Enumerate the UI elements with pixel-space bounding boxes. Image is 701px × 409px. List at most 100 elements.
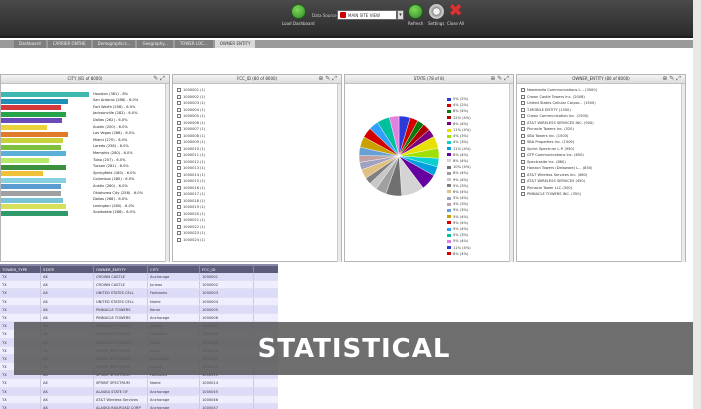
- scrollbar[interactable]: [681, 84, 685, 262]
- checkbox[interactable]: [177, 231, 181, 236]
- checkbox[interactable]: [521, 94, 525, 99]
- table-row[interactable]: TX AK AT&T Wireless Services Anchorage 10000…: [0, 395, 278, 404]
- city-bar[interactable]: [1, 131, 68, 137]
- table-row[interactable]: TX AK UNITED STATES CELL Nome 1000004: [0, 297, 278, 306]
- checkbox[interactable]: [521, 120, 525, 125]
- checkbox[interactable]: [521, 133, 525, 138]
- city-bar[interactable]: [1, 138, 64, 144]
- city-bar[interactable]: [1, 171, 43, 177]
- checkbox[interactable]: [177, 101, 181, 106]
- checkbox[interactable]: [177, 140, 181, 145]
- checkbox[interactable]: [521, 114, 525, 119]
- city-bar[interactable]: [1, 204, 66, 210]
- checkbox[interactable]: [521, 179, 525, 184]
- main-toolbar: Load Dashboard Data Source: MAIN SITE VI…: [0, 0, 701, 38]
- checkbox[interactable]: [521, 107, 525, 112]
- column-header[interactable]: FCC_ID: [200, 266, 254, 273]
- tab-5[interactable]: OWNER ENTITY: [214, 40, 256, 48]
- city-bar[interactable]: [1, 191, 61, 196]
- scrollbar[interactable]: [509, 84, 513, 262]
- city-bar[interactable]: [1, 111, 67, 117]
- column-header[interactable]: CITY: [148, 266, 200, 273]
- city-bar[interactable]: [1, 144, 61, 150]
- tab-0[interactable]: Dashboard: [14, 40, 46, 48]
- checkbox[interactable]: [177, 120, 181, 125]
- edit-icon[interactable]: ⊕ ✎ ⤢: [318, 75, 337, 83]
- checkbox[interactable]: [177, 198, 181, 203]
- table-row[interactable]: TX AK CROWN CASTLE Anchorage 1000001: [0, 273, 278, 282]
- city-bar[interactable]: [1, 105, 61, 111]
- table-row[interactable]: TX AK CROWN CASTLE Juneau 1000002: [0, 281, 278, 290]
- checkbox[interactable]: [177, 224, 181, 229]
- datasource-select[interactable]: MAIN SITE VIEW: [337, 10, 397, 20]
- column-header[interactable]: TOWER_TYPE: [0, 266, 41, 273]
- checkbox[interactable]: [521, 140, 525, 145]
- checkbox[interactable]: [177, 146, 181, 151]
- load-dashboard-button[interactable]: Load Dashboard: [282, 4, 315, 26]
- checkbox[interactable]: [177, 88, 181, 93]
- chevron-down-icon[interactable]: ▾: [397, 10, 404, 20]
- checkbox[interactable]: [177, 107, 181, 112]
- close-all-button[interactable]: ✖ Close All: [447, 3, 464, 27]
- scrollbar[interactable]: [337, 84, 341, 262]
- tab-3[interactable]: Geography...: [137, 40, 173, 48]
- checkbox[interactable]: [521, 185, 525, 190]
- scrollbar[interactable]: [165, 84, 169, 262]
- settings-button[interactable]: Settings: [428, 4, 444, 26]
- city-bar[interactable]: [1, 158, 49, 163]
- city-bar[interactable]: [1, 125, 48, 130]
- edit-icon[interactable]: ⊕ ✎ ⤢: [490, 75, 509, 83]
- tab-1[interactable]: CARRIER ONTHE: [47, 40, 91, 48]
- checkbox[interactable]: [177, 185, 181, 190]
- table-row[interactable]: TX AK ALASKA RAILROAD CORP Anchorage 1000047: [0, 404, 278, 409]
- checkbox[interactable]: [177, 153, 181, 158]
- city-bar[interactable]: [1, 210, 68, 216]
- city-bar[interactable]: [1, 98, 68, 104]
- city-bar[interactable]: [1, 177, 66, 183]
- checkbox[interactable]: [177, 133, 181, 138]
- checkbox[interactable]: [177, 218, 181, 223]
- city-bar[interactable]: [1, 164, 66, 170]
- legend-swatch: [447, 178, 451, 182]
- checkbox[interactable]: [177, 205, 181, 210]
- table-row[interactable]: TX AK PINNACLE TOWERS Anchorage 1000006: [0, 313, 278, 323]
- refresh-button[interactable]: Refresh: [408, 4, 423, 26]
- checkbox[interactable]: [177, 179, 181, 184]
- table-cell: AK: [41, 289, 94, 297]
- list-item[interactable]: 1000024 (1): [177, 237, 205, 244]
- checkbox[interactable]: [177, 114, 181, 119]
- checkbox[interactable]: [177, 166, 181, 171]
- checkbox[interactable]: [177, 127, 181, 132]
- checkbox[interactable]: [521, 172, 525, 177]
- checkbox[interactable]: [521, 101, 525, 106]
- checkbox[interactable]: [177, 192, 181, 197]
- table-row[interactable]: TX AK UNITED STATES CELL Fairbanks 1000003: [0, 289, 278, 298]
- table-row[interactable]: TX AK SPRINT SPECTRUM Nome 1000014: [0, 379, 278, 388]
- checkbox[interactable]: [177, 94, 181, 99]
- city-bar[interactable]: [1, 118, 62, 124]
- tab-2[interactable]: Demographics...: [92, 40, 136, 48]
- checkbox[interactable]: [521, 127, 525, 132]
- checkbox[interactable]: [177, 159, 181, 164]
- table-row[interactable]: TX AK ALASKA STATE OF Anchorage 1000045: [0, 387, 278, 396]
- checkbox[interactable]: [521, 166, 525, 171]
- checkbox[interactable]: [521, 88, 525, 93]
- checkbox[interactable]: [521, 153, 525, 158]
- checkbox[interactable]: [177, 172, 181, 177]
- checkbox[interactable]: [177, 237, 181, 242]
- edit-icon[interactable]: ✎ ⤢: [153, 75, 165, 83]
- table-row[interactable]: TX AK PINNACLE TOWERS Kenai 1000005: [0, 305, 278, 314]
- list-item[interactable]: PINNACLE TOWERS INC. (350): [521, 191, 597, 198]
- city-bar[interactable]: [1, 151, 66, 157]
- checkbox[interactable]: [521, 159, 525, 164]
- column-header[interactable]: OWNER_ENTITY: [94, 266, 148, 273]
- city-bar[interactable]: [1, 184, 62, 190]
- edit-icon[interactable]: ⊕ ✎ ⤢: [662, 75, 681, 83]
- column-header[interactable]: STATE: [41, 266, 94, 273]
- city-bar[interactable]: [1, 92, 89, 97]
- checkbox[interactable]: [521, 146, 525, 151]
- city-bar[interactable]: [1, 197, 63, 203]
- tab-4[interactable]: TOWER LOC...: [174, 40, 213, 48]
- checkbox[interactable]: [521, 192, 525, 197]
- checkbox[interactable]: [177, 211, 181, 216]
